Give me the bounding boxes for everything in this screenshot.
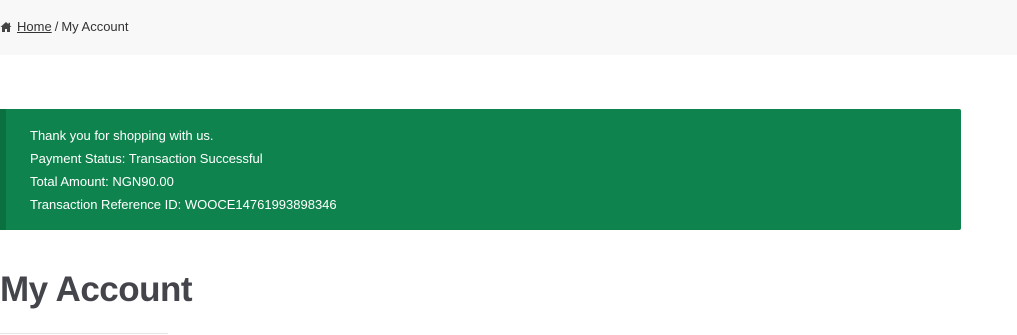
notice-payment-status-line: Payment Status: Transaction Successful — [30, 151, 263, 166]
notice-accent-bar — [0, 109, 6, 230]
notice-total-amount-line: Total Amount: NGN90.00 — [30, 174, 174, 189]
home-icon — [0, 21, 12, 33]
notice-thank-you-line: Thank you for shopping with us. — [30, 128, 214, 143]
breadcrumb-current: My Account — [61, 19, 129, 34]
breadcrumb-separator: / — [54, 19, 59, 34]
account-nav-divider — [0, 333, 168, 334]
notice-message: Thank you for shopping with us. Payment … — [30, 124, 337, 216]
breadcrumb-home-link[interactable]: Home — [17, 19, 52, 34]
payment-success-notice: Thank you for shopping with us. Payment … — [0, 109, 961, 230]
breadcrumb-bar: Home / My Account — [0, 0, 1017, 55]
page-title: My Account — [0, 270, 193, 309]
notice-transaction-reference-line: Transaction Reference ID: WOOCE147619938… — [30, 197, 337, 212]
breadcrumb: Home / My Account — [0, 19, 129, 34]
